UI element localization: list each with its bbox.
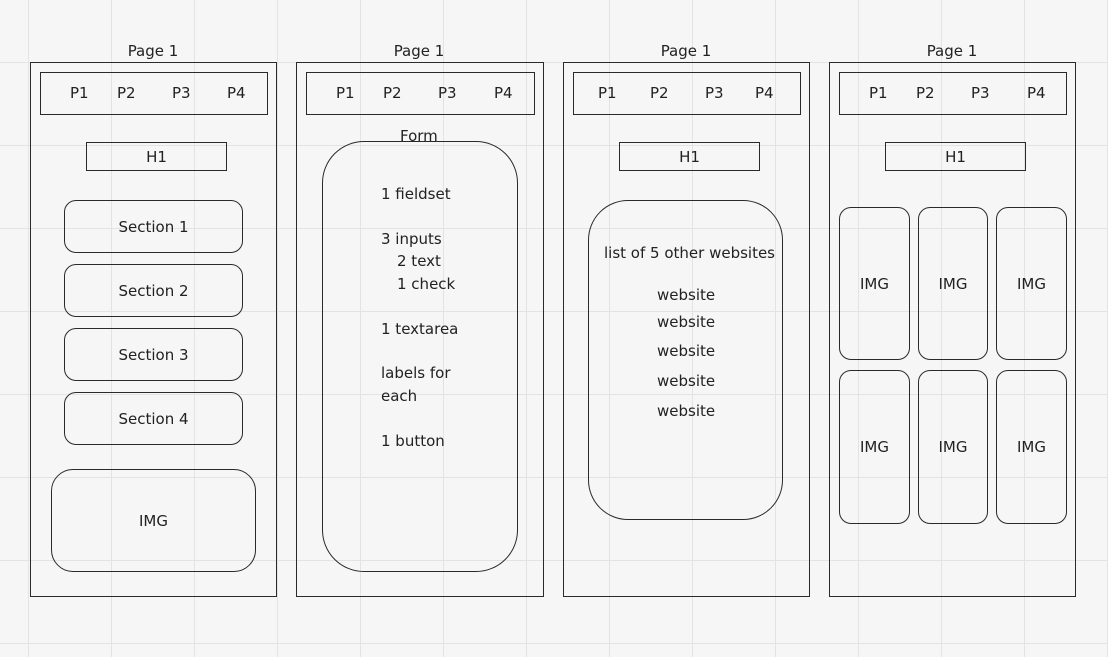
- form-line: 3 inputs: [381, 230, 442, 248]
- nav-item-p1: P1: [598, 84, 617, 102]
- image-label: IMG: [1017, 274, 1046, 293]
- nav-bar: P1 P2 P3 P4: [306, 72, 535, 115]
- image-label: IMG: [1017, 438, 1046, 456]
- section-label: Section 4: [118, 409, 189, 428]
- list-item: website: [657, 372, 716, 390]
- wireframe-title: Page 1: [393, 42, 445, 60]
- nav-item-p3: P3: [438, 84, 457, 102]
- list-item: website: [657, 313, 716, 331]
- image-label: IMG: [938, 274, 968, 293]
- heading-label: H1: [945, 147, 966, 166]
- form-box: [322, 141, 518, 572]
- nav-bar: P1 P2 P3 P4: [839, 72, 1067, 115]
- nav-item-p2: P2: [650, 84, 669, 102]
- form-line: 1 button: [381, 432, 445, 450]
- list-title: list of 5 other websites: [604, 244, 775, 262]
- section-label: Section 2: [118, 281, 189, 300]
- nav-item-p4: P4: [227, 84, 246, 102]
- nav-item-p1: P1: [869, 84, 888, 102]
- nav-item-p1: P1: [70, 84, 89, 102]
- wireframe-title: Page 1: [926, 42, 978, 60]
- form-line: 1 check: [397, 275, 456, 293]
- form-line: 1 textarea: [381, 320, 459, 338]
- form-label: Form: [400, 127, 438, 145]
- form-line: labels for: [381, 364, 451, 382]
- section-label: Section 3: [118, 345, 189, 364]
- heading-box: H1: [885, 142, 1026, 171]
- image-placeholder: IMG: [51, 469, 256, 572]
- form-line: 2 text: [397, 252, 441, 270]
- nav-item-p1: P1: [336, 84, 355, 102]
- section-label: Section 1: [118, 217, 189, 236]
- nav-bar: P1 P2 P3 P4: [40, 72, 268, 115]
- form-line: each: [381, 387, 418, 405]
- list-item: website: [657, 342, 716, 360]
- image-placeholder: IMG: [839, 207, 910, 360]
- image-placeholder: IMG: [996, 370, 1067, 524]
- section-box: Section 1: [64, 200, 243, 253]
- heading-label: H1: [679, 147, 700, 166]
- image-placeholder: IMG: [996, 207, 1067, 360]
- form-line: 1 fieldset: [381, 185, 451, 203]
- heading-box: H1: [619, 142, 760, 171]
- heading-box: H1: [86, 142, 227, 171]
- image-placeholder: IMG: [839, 370, 910, 524]
- wireframe-title: Page 1: [660, 42, 712, 60]
- image-placeholder: IMG: [918, 370, 988, 524]
- nav-item-p4: P4: [494, 84, 513, 102]
- image-label: IMG: [938, 438, 968, 456]
- image-label: IMG: [860, 438, 889, 456]
- list-item: website: [657, 402, 716, 420]
- image-label: IMG: [139, 511, 168, 530]
- heading-label: H1: [146, 147, 167, 166]
- list-item: website: [657, 286, 716, 304]
- nav-item-p3: P3: [705, 84, 724, 102]
- nav-item-p3: P3: [172, 84, 191, 102]
- nav-item-p2: P2: [916, 84, 935, 102]
- nav-item-p2: P2: [117, 84, 136, 102]
- nav-item-p3: P3: [971, 84, 990, 102]
- wireframe-title: Page 1: [127, 42, 179, 60]
- section-box: Section 4: [64, 392, 243, 445]
- nav-bar: P1 P2 P3 P4: [573, 72, 801, 115]
- nav-item-p4: P4: [755, 84, 774, 102]
- nav-item-p2: P2: [383, 84, 402, 102]
- section-box: Section 3: [64, 328, 243, 381]
- section-box: Section 2: [64, 264, 243, 317]
- nav-item-p4: P4: [1027, 84, 1046, 102]
- image-placeholder: IMG: [918, 207, 988, 360]
- image-label: IMG: [860, 274, 889, 293]
